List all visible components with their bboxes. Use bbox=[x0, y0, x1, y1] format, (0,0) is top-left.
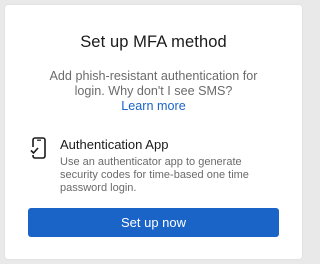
subtitle-line: Add phish-resistant authentication for bbox=[49, 69, 258, 83]
method-description-line: Use an authenticator app to generate bbox=[60, 156, 242, 168]
method-description: Use an authenticator app to generate sec… bbox=[60, 156, 290, 195]
authentication-app-option: Authentication App Use an authenticator … bbox=[27, 133, 287, 195]
phone-check-icon bbox=[30, 137, 48, 159]
dialog-subtitle: Add phish-resistant authentication for l… bbox=[5, 69, 302, 114]
learn-more-link[interactable]: Learn more bbox=[5, 99, 302, 114]
method-title: Authentication App bbox=[60, 137, 169, 152]
subtitle-line: login. Why don't I see SMS? bbox=[74, 84, 233, 98]
mfa-setup-dialog: Set up MFA method Add phish-resistant au… bbox=[5, 5, 302, 259]
setup-now-button[interactable]: Set up now bbox=[28, 208, 279, 237]
method-description-line: security codes for time-based one time bbox=[60, 169, 249, 181]
dialog-title: Set up MFA method bbox=[80, 33, 227, 51]
method-description-line: password login. bbox=[60, 182, 137, 194]
